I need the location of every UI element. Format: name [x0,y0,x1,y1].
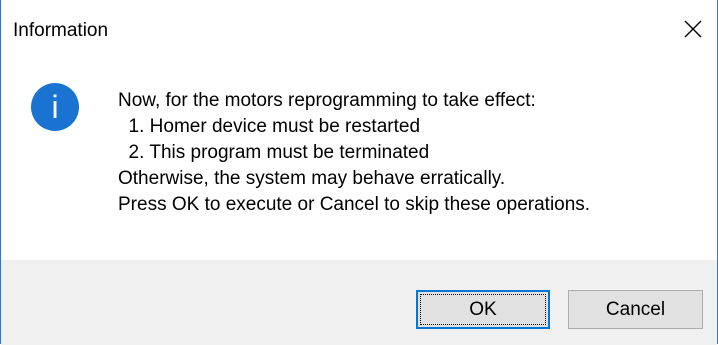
message-line: Now, for the motors reprogramming to tak… [118,90,536,111]
close-button[interactable] [669,0,717,58]
window-title: Information [13,20,109,41]
close-icon [684,20,702,38]
dialog-content: i Now, for the motors reprogramming to t… [1,58,717,260]
info-icon-glyph: i [51,89,58,125]
cancel-button-label: Cancel [605,298,666,320]
info-icon: i [31,83,79,131]
ok-button-label: OK [469,298,497,320]
message-line: Press OK to execute or Cancel to skip th… [118,194,591,215]
message-line: Otherwise, the system may behave erratic… [118,168,506,189]
message-text: Now, for the motors reprogramming to tak… [118,88,698,218]
title-bar: Information [1,0,717,58]
information-dialog: Information i Now, for the motors reprog… [0,0,718,345]
cancel-button[interactable]: Cancel [568,290,703,329]
message-line: 2. This program must be terminated [118,142,430,163]
ok-button[interactable]: OK [416,290,550,329]
button-bar: OK Cancel [1,260,717,345]
message-line: 1. Homer device must be restarted [118,116,421,137]
